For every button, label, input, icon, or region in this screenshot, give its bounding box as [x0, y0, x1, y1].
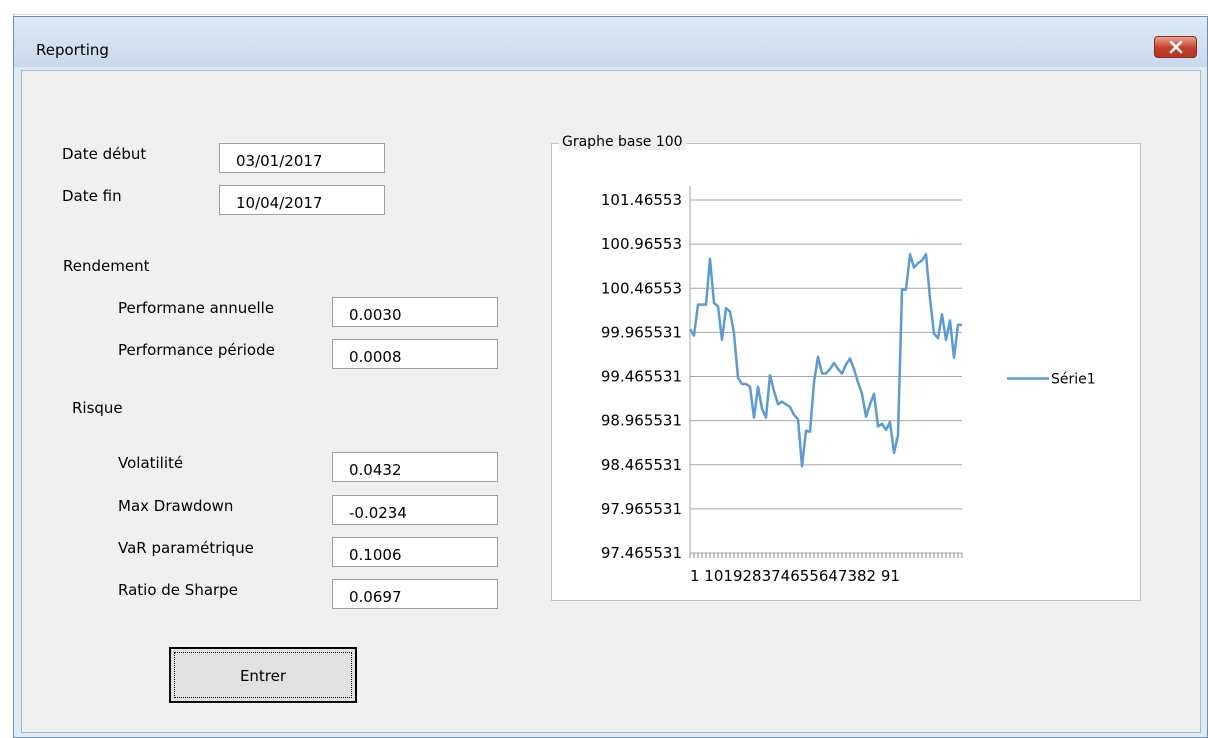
enter-button-label: Entrer: [174, 652, 352, 698]
y-tick-label: 101.46553: [601, 191, 682, 209]
date-fin-label: Date fin: [62, 187, 122, 205]
y-tick-label: 99.965531: [601, 323, 682, 341]
ratio-sharpe-field[interactable]: 0.0697: [332, 579, 498, 609]
title-bar[interactable]: Reporting: [14, 17, 1207, 67]
legend-label-serie1: Série1: [1051, 371, 1096, 387]
perf-annuelle-field[interactable]: 0.0030: [332, 297, 498, 327]
y-tick-label: 100.46553: [601, 279, 682, 297]
form-client-area: Date début 03/01/2017 Date fin 10/04/201…: [21, 70, 1201, 733]
date-debut-field[interactable]: 03/01/2017: [219, 143, 385, 173]
reporting-dialog: Reporting Date début 03/01/2017 Date fin…: [13, 16, 1208, 738]
rendement-heading: Rendement: [63, 257, 150, 275]
perf-periode-field[interactable]: 0.0008: [332, 339, 498, 369]
volatilite-field[interactable]: 0.0432: [332, 452, 498, 482]
y-tick-label: 97.965531: [601, 500, 682, 518]
enter-button[interactable]: Entrer: [169, 647, 357, 703]
date-debut-label: Date début: [62, 145, 147, 163]
x-tick-labels: 1 101928374655647382 91: [690, 567, 900, 585]
risque-heading: Risque: [72, 399, 123, 417]
perf-periode-label: Performance période: [118, 341, 275, 359]
window-title: Reporting: [36, 41, 109, 59]
max-drawdown-label: Max Drawdown: [118, 497, 234, 515]
chart-frame-title: Graphe base 100: [559, 134, 686, 150]
y-tick-label: 97.465531: [601, 544, 682, 562]
chart-frame: 101.46553 100.96553 100.46553 99.965531 99.4…: [551, 143, 1141, 601]
line-chart: 101.46553 100.96553 100.46553 99.965531 99.4…: [601, 186, 1096, 585]
y-tick-label: 99.465531: [601, 368, 682, 386]
max-drawdown-field[interactable]: -0.0234: [332, 495, 498, 525]
var-parametrique-field[interactable]: 0.1006: [332, 537, 498, 567]
y-tick-label: 98.465531: [601, 456, 682, 474]
y-tick-label: 100.96553: [601, 235, 682, 253]
background-app-strip: [0, 0, 1208, 15]
y-tick-label: 98.965531: [601, 412, 682, 430]
date-fin-field[interactable]: 10/04/2017: [219, 185, 385, 215]
series-line-serie1: [688, 253, 962, 468]
perf-annuelle-label: Performane annuelle: [118, 299, 275, 317]
close-icon: [1169, 40, 1183, 54]
volatilite-label: Volatilité: [118, 454, 184, 472]
background-app-edge: [0, 14, 14, 738]
var-parametrique-label: VaR paramétrique: [118, 539, 254, 557]
ratio-sharpe-label: Ratio de Sharpe: [118, 581, 238, 599]
close-button[interactable]: [1154, 36, 1197, 58]
